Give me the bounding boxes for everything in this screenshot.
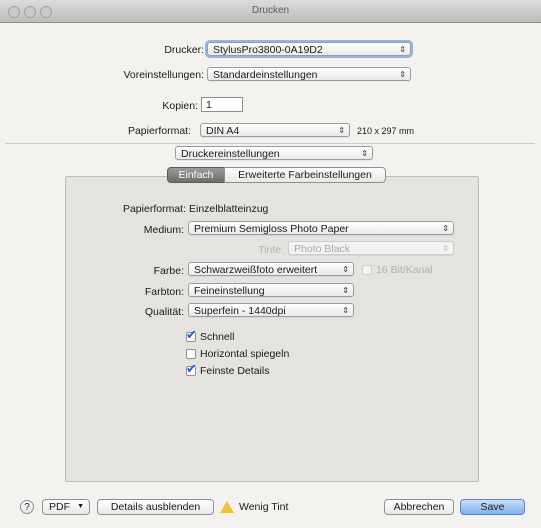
up-down-arrows-icon: ⇕ — [361, 149, 368, 158]
up-down-arrows-icon: ⇕ — [342, 306, 349, 315]
up-down-arrows-icon: ⇕ — [442, 244, 449, 253]
mirror-checkbox[interactable] — [186, 349, 196, 359]
cancel-button[interactable]: Abbrechen — [384, 499, 454, 515]
pdf-menu-button[interactable]: PDF ▼ — [42, 499, 90, 515]
media-label: Medium: — [143, 224, 184, 236]
copies-label: Kopien: — [162, 100, 198, 112]
warning-label: Wenig Tint — [239, 501, 289, 513]
print-settings-section-select[interactable]: Druckereinstellungen ⇕ — [175, 146, 373, 160]
up-down-arrows-icon: ⇕ — [399, 45, 406, 54]
checkmark-icon: ✔ — [186, 327, 197, 342]
warning-triangle-icon — [220, 501, 234, 513]
paper-source-label: Papierformat: — [122, 203, 186, 215]
section-select-value: Druckereinstellungen — [181, 148, 280, 160]
color-select-value: Schwarzweißfoto erweitert — [194, 264, 318, 276]
paper-size-select[interactable]: DIN A4 ⇕ — [200, 123, 350, 137]
color-label: Farbe: — [153, 265, 184, 277]
copies-field[interactable]: 1 — [201, 97, 243, 112]
paper-size-label: Papierformat: — [127, 125, 191, 137]
media-select[interactable]: Premium Semigloss Photo Paper ⇕ — [188, 221, 454, 235]
paper-size-select-value: DIN A4 — [206, 125, 240, 137]
window-title: Drucken — [251, 5, 290, 16]
up-down-arrows-icon: ⇕ — [338, 126, 345, 135]
paper-source-value: Einzelblatteinzug — [189, 203, 269, 215]
checkmark-icon: ✔ — [186, 361, 197, 376]
presets-label: Voreinstellungen: — [123, 69, 204, 81]
printer-select-value: StylusPro3800-0A19D2 — [213, 44, 323, 56]
up-down-arrows-icon: ⇕ — [442, 224, 449, 233]
presets-select[interactable]: Standardeinstellungen ⇕ — [207, 67, 411, 81]
bit16-checkbox[interactable] — [362, 265, 372, 275]
up-down-arrows-icon: ⇕ — [342, 286, 349, 295]
tab-advanced-color[interactable]: Erweiterte Farbeinstellungen — [224, 167, 386, 183]
quality-select[interactable]: Superfein - 1440dpi ⇕ — [188, 303, 354, 317]
separator — [5, 143, 535, 144]
ink-select-value: Photo Black — [294, 243, 351, 255]
fast-label: Schnell — [200, 331, 235, 343]
save-button[interactable]: Save — [460, 499, 525, 515]
pdf-label: PDF — [49, 501, 70, 513]
tone-select[interactable]: Feineinstellung ⇕ — [188, 283, 354, 297]
media-select-value: Premium Semigloss Photo Paper — [194, 223, 349, 235]
title-bar: Drucken — [0, 0, 541, 23]
ink-select[interactable]: Photo Black ⇕ — [288, 241, 454, 255]
tone-select-value: Feineinstellung — [194, 285, 265, 297]
printer-select[interactable]: StylusPro3800-0A19D2 ⇕ — [207, 42, 411, 56]
up-down-arrows-icon: ⇕ — [399, 70, 406, 79]
printer-label: Drucker: — [164, 44, 204, 56]
up-down-arrows-icon: ⇕ — [342, 265, 349, 274]
color-select[interactable]: Schwarzweißfoto erweitert ⇕ — [188, 262, 354, 276]
tone-label: Farbton: — [144, 286, 184, 298]
quality-label: Qualität: — [144, 306, 184, 318]
hide-details-button[interactable]: Details ausblenden — [97, 499, 214, 515]
paper-dimensions: 210 x 297 mm — [357, 126, 415, 136]
ink-label: Tinte: — [258, 244, 284, 256]
presets-select-value: Standardeinstellungen — [213, 69, 318, 81]
bit16-label: 16 Bit/Kanal — [376, 264, 433, 276]
finest-detail-label: Feinste Details — [200, 365, 270, 377]
quality-select-value: Superfein - 1440dpi — [194, 305, 286, 317]
tab-basic[interactable]: Einfach — [167, 167, 225, 183]
dropdown-arrow-icon: ▼ — [77, 503, 84, 510]
help-button[interactable]: ? — [20, 500, 34, 514]
mirror-label: Horizontal spiegeln — [200, 348, 290, 360]
